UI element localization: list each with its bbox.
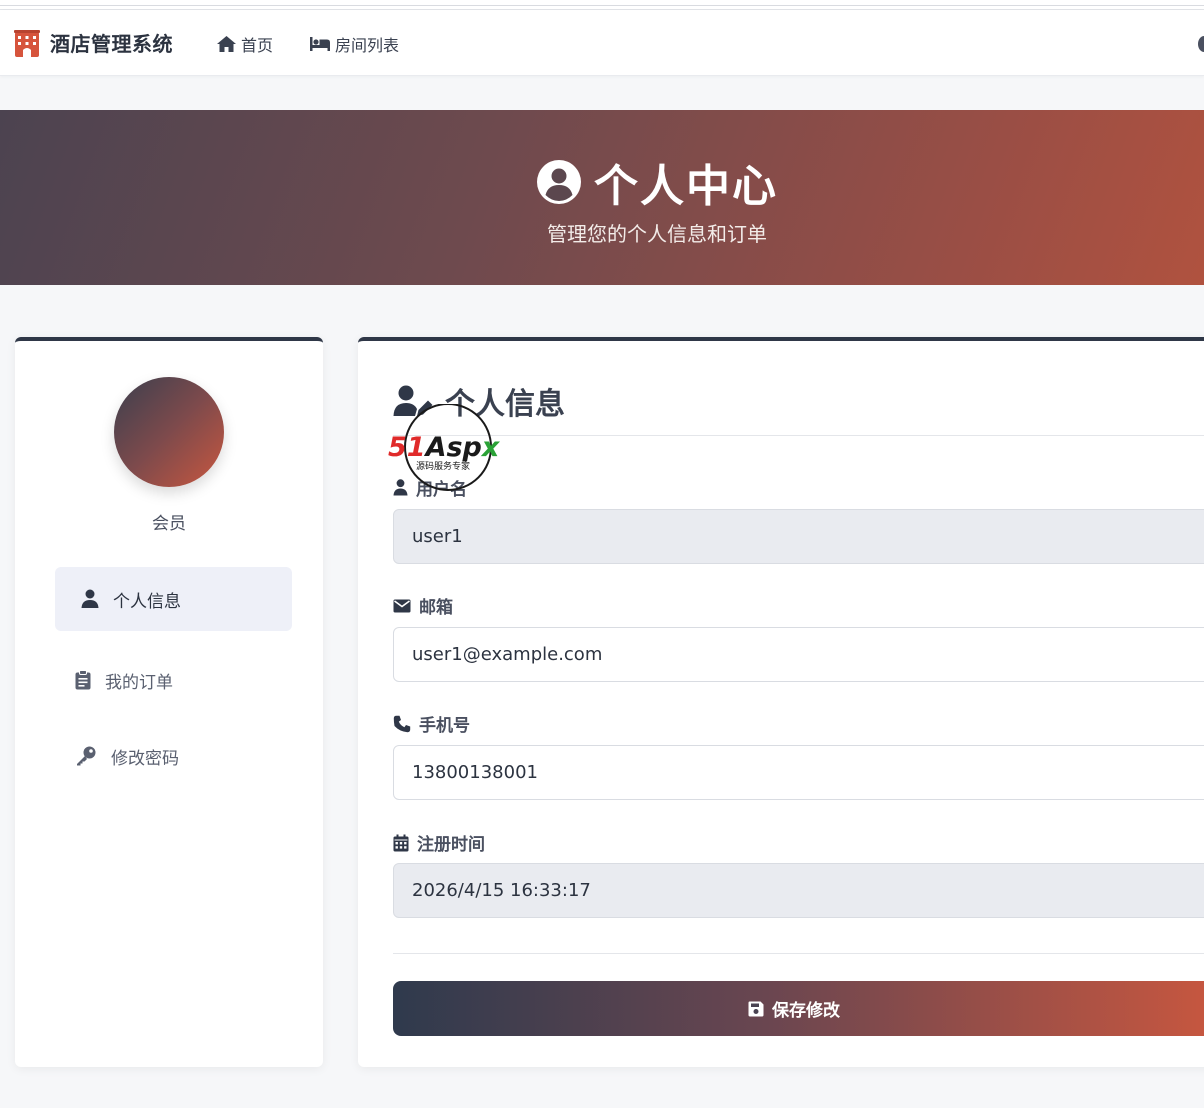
sidebar-item-orders[interactable]: 我的订单 bbox=[55, 648, 292, 712]
home-icon bbox=[217, 36, 236, 52]
key-icon bbox=[77, 746, 96, 766]
username-field[interactable]: user1 bbox=[393, 509, 1204, 564]
regtime-label: 注册时间 bbox=[393, 830, 485, 855]
save-icon bbox=[748, 1001, 764, 1016]
email-label: 邮箱 bbox=[393, 593, 453, 618]
email-label-text: 邮箱 bbox=[419, 598, 453, 618]
email-field[interactable]: user1@example.com bbox=[393, 627, 1204, 682]
brand[interactable]: 酒店管理系统 bbox=[14, 28, 173, 57]
save-button-label: 保存修改 bbox=[772, 1001, 840, 1021]
envelope-icon bbox=[393, 599, 411, 612]
regtime-field[interactable]: 2026/4/15 16:33:17 bbox=[393, 863, 1204, 918]
nav-rooms-link[interactable]: 房间列表 bbox=[309, 32, 399, 56]
nav-rooms-label: 房间列表 bbox=[335, 36, 400, 55]
watermark-tagline: 源码服务专家 bbox=[416, 460, 470, 472]
nav-home-link[interactable]: 首页 bbox=[216, 32, 273, 56]
sidebar-item-profile[interactable]: 个人信息 bbox=[55, 567, 292, 631]
phone-field[interactable]: 13800138001 bbox=[393, 745, 1204, 800]
save-button[interactable]: 保存修改 bbox=[393, 981, 1204, 1036]
phone-icon bbox=[393, 715, 411, 732]
user-circle-icon bbox=[537, 160, 581, 204]
page-title: 个人中心 bbox=[0, 150, 1204, 214]
navbar: 酒店管理系统 首页 房间列表 bbox=[0, 10, 1204, 76]
hotel-icon bbox=[14, 29, 40, 57]
section-divider bbox=[393, 435, 1204, 436]
watermark-logo: 51Aspx 源码服务专家 bbox=[388, 404, 501, 491]
phone-label: 手机号 bbox=[393, 711, 470, 736]
user-menu-icon[interactable] bbox=[1198, 36, 1204, 52]
page-subtitle: 管理您的个人信息和订单 bbox=[547, 222, 767, 246]
nav-home-label: 首页 bbox=[241, 36, 274, 55]
regtime-label-text: 注册时间 bbox=[417, 835, 485, 855]
profile-sidebar: 会员 个人信息 我的订单 修改密码 bbox=[15, 337, 323, 1067]
hero-banner: 个人中心 管理您的个人信息和订单 bbox=[0, 110, 1204, 285]
sidebar-item-password[interactable]: 修改密码 bbox=[55, 724, 292, 788]
form-divider bbox=[393, 953, 1204, 954]
brand-title: 酒店管理系统 bbox=[50, 32, 173, 56]
page-title-text: 个人中心 bbox=[594, 161, 778, 212]
watermark-brand: 51Aspx bbox=[388, 432, 501, 463]
sidebar-item-password-label: 修改密码 bbox=[111, 748, 179, 769]
bed-icon bbox=[310, 37, 330, 51]
sidebar-item-orders-label: 我的订单 bbox=[105, 672, 173, 693]
avatar bbox=[114, 377, 224, 487]
role-label: 会员 bbox=[152, 514, 186, 534]
sidebar-item-profile-label: 个人信息 bbox=[113, 591, 181, 612]
calendar-icon bbox=[393, 834, 409, 851]
clipboard-icon bbox=[75, 670, 91, 690]
user-icon bbox=[81, 589, 99, 608]
top-strip bbox=[0, 0, 1204, 10]
phone-label-text: 手机号 bbox=[419, 716, 470, 736]
